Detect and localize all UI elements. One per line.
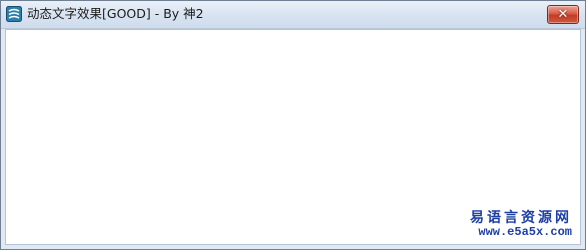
close-button[interactable]: ✕: [547, 5, 579, 24]
app-window: 动态文字效果[GOOD] - By 神2 ✕ 易语言资源网 www.e5a5x.…: [0, 0, 586, 250]
watermark: 易语言资源网 www.e5a5x.com: [470, 210, 572, 240]
app-icon[interactable]: [6, 6, 22, 22]
close-icon: ✕: [557, 7, 569, 22]
watermark-url: www.e5a5x.com: [478, 225, 572, 240]
client-area: 易语言资源网 www.e5a5x.com: [5, 29, 581, 245]
watermark-name: 易语言资源网: [470, 210, 572, 227]
title-bar[interactable]: 动态文字效果[GOOD] - By 神2 ✕: [1, 1, 585, 29]
window-title: 动态文字效果[GOOD] - By 神2: [27, 6, 204, 21]
